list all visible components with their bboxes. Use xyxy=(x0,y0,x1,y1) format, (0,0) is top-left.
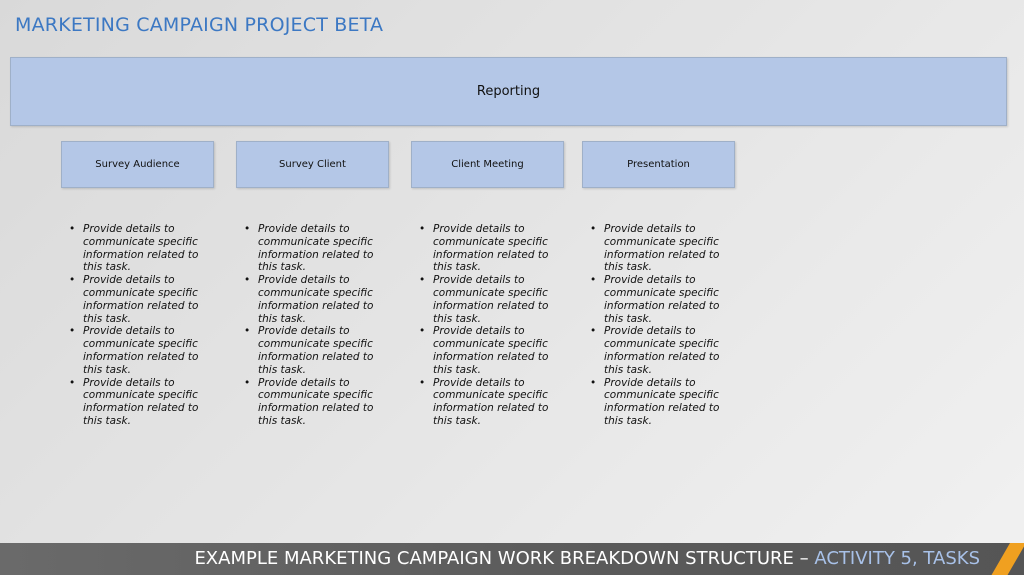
detail-bullet: Provide details to communicate specific … xyxy=(418,223,560,274)
task-box-client-meeting: Client Meeting xyxy=(411,141,564,188)
detail-bullet: Provide details to communicate specific … xyxy=(243,274,385,325)
detail-bullet: Provide details to communicate specific … xyxy=(418,377,560,428)
reporting-label: Reporting xyxy=(476,84,541,99)
task-label: Presentation xyxy=(627,159,690,170)
detail-bullet: Provide details to communicate specific … xyxy=(243,377,385,428)
task-label: Survey Audience xyxy=(95,159,180,170)
detail-bullet: Provide details to communicate specific … xyxy=(68,223,210,274)
footer-title-main: EXAMPLE MARKETING CAMPAIGN WORK BREAKDOW… xyxy=(194,548,815,569)
page-title: MARKETING CAMPAIGN PROJECT BETA xyxy=(15,14,384,36)
detail-bullet: Provide details to communicate specific … xyxy=(68,377,210,428)
task-details-survey-client: Provide details to communicate specific … xyxy=(243,223,385,428)
footer-title-accent: ACTIVITY 5, TASKS xyxy=(814,548,980,569)
task-box-presentation: Presentation xyxy=(582,141,735,188)
detail-bullet: Provide details to communicate specific … xyxy=(68,274,210,325)
detail-bullet: Provide details to communicate specific … xyxy=(243,325,385,376)
detail-bullet: Provide details to communicate specific … xyxy=(589,325,731,376)
task-details-client-meeting: Provide details to communicate specific … xyxy=(418,223,560,428)
task-box-survey-client: Survey Client xyxy=(236,141,389,188)
detail-bullet: Provide details to communicate specific … xyxy=(418,325,560,376)
task-box-survey-audience: Survey Audience xyxy=(61,141,214,188)
detail-bullet: Provide details to communicate specific … xyxy=(418,274,560,325)
detail-bullet: Provide details to communicate specific … xyxy=(589,223,731,274)
detail-bullet: Provide details to communicate specific … xyxy=(68,325,210,376)
reporting-box: Reporting xyxy=(10,57,1007,126)
detail-bullet: Provide details to communicate specific … xyxy=(589,274,731,325)
task-details-presentation: Provide details to communicate specific … xyxy=(589,223,731,428)
task-details-survey-audience: Provide details to communicate specific … xyxy=(68,223,210,428)
task-label: Client Meeting xyxy=(451,159,524,170)
detail-bullet: Provide details to communicate specific … xyxy=(589,377,731,428)
footer-title: EXAMPLE MARKETING CAMPAIGN WORK BREAKDOW… xyxy=(194,548,980,569)
detail-bullet: Provide details to communicate specific … xyxy=(243,223,385,274)
task-label: Survey Client xyxy=(279,159,346,170)
